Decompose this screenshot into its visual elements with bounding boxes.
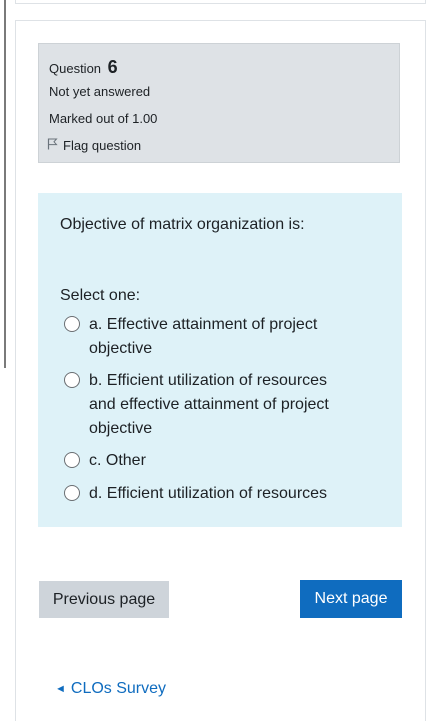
previous-page-button[interactable]: Previous page [39, 581, 169, 618]
flag-question-link[interactable]: Flag question [47, 138, 141, 153]
radio-button[interactable] [64, 485, 80, 501]
answer-label: d. Efficient utilization of resources [89, 485, 328, 502]
flag-icon [47, 138, 63, 153]
answer-option-a[interactable]: a. Effective attainment of project objec… [64, 313, 351, 361]
answer-label: c. Other [89, 452, 146, 469]
radio-button[interactable] [64, 372, 80, 388]
left-arrow-icon: ◄ [55, 683, 66, 695]
question-info: Question 6 Not yet answered Marked out o… [38, 43, 400, 163]
question-number-heading: Question 6 [49, 57, 118, 78]
question-label: Question [49, 61, 102, 76]
previous-card-edge [15, 0, 426, 4]
answer-option-d[interactable]: d. Efficient utilization of resources [64, 482, 389, 506]
question-grade: Marked out of 1.00 [49, 111, 158, 126]
activity-link-label: CLOs Survey [70, 680, 167, 697]
flag-question-label: Flag question [63, 138, 142, 153]
scrollbar[interactable] [4, 0, 6, 368]
next-page-button[interactable]: Next page [300, 580, 402, 618]
question-text: Objective of matrix organization is: [60, 216, 305, 233]
answer-label: a. Effective attainment of project objec… [89, 316, 318, 357]
activity-link[interactable]: ◄ CLOs Survey [55, 680, 166, 698]
radio-button[interactable] [64, 452, 80, 468]
question-content: Objective of matrix organization is: Sel… [38, 193, 402, 527]
question-number: 6 [107, 57, 118, 77]
answer-label: b. Efficient utilization of resources an… [89, 372, 329, 437]
answer-option-c[interactable]: c. Other [64, 449, 351, 473]
question-state: Not yet answered [49, 84, 151, 99]
answer-option-b[interactable]: b. Efficient utilization of resources an… [64, 369, 351, 441]
radio-button[interactable] [64, 316, 80, 332]
select-prompt: Select one: [60, 287, 141, 304]
